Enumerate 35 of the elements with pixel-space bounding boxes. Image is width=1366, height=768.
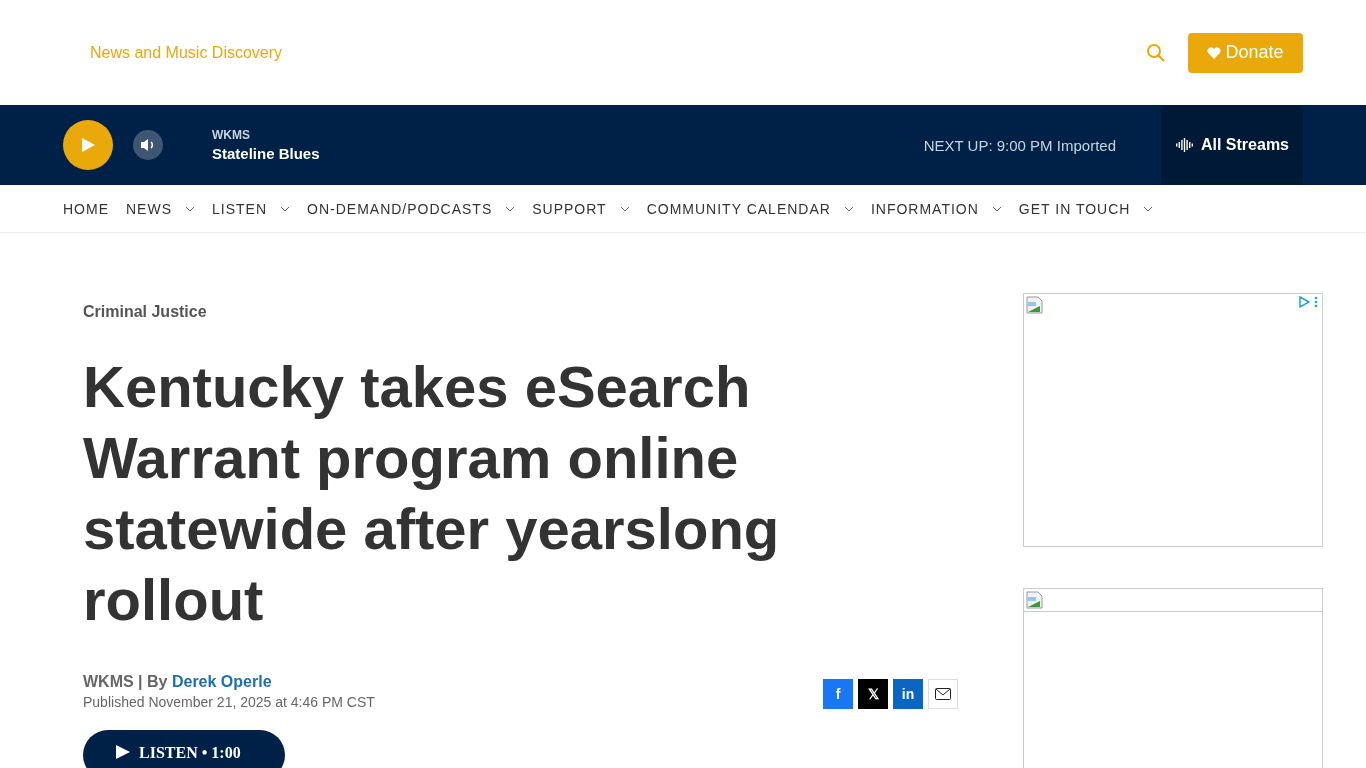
station-name: WKMS [212, 128, 251, 142]
adchoices-icon[interactable] [1298, 296, 1310, 308]
volume-button[interactable] [133, 130, 163, 160]
nav-link[interactable]: ON-DEMAND/PODCASTS [307, 200, 493, 217]
byline-source: WKMS | By [83, 673, 168, 690]
nav-link[interactable]: COMMUNITY CALENDAR [646, 200, 831, 217]
category-link[interactable]: Criminal Justice [83, 303, 1023, 321]
author-link[interactable]: Derek Operle [171, 673, 272, 690]
envelope-icon [935, 688, 951, 700]
nav-link[interactable]: INFORMATION [870, 200, 979, 217]
nav-link[interactable]: NEWS [126, 200, 172, 217]
article-headline: Kentucky takes eSearch Warrant program online statewide after yearslong rollout [83, 353, 781, 634]
nav-link[interactable]: SUPPORT [532, 200, 607, 217]
speaker-icon [140, 138, 156, 152]
linkedin-share-button[interactable]: in [893, 679, 923, 709]
heart-icon [1207, 46, 1222, 59]
site-tagline: News and Music Discovery [90, 43, 283, 62]
nav-link[interactable]: LISTEN [212, 200, 267, 217]
publish-date: Published November 21, 2025 at 4:46 PM CST [83, 694, 375, 710]
next-up-text: NEXT UP: 9:00 PM Imported [923, 136, 1116, 154]
x-share-button[interactable]: 𝕏 [858, 679, 888, 709]
nav-link[interactable]: GET IN TOUCH [1018, 200, 1131, 217]
play-icon [115, 744, 131, 760]
show-title: Stateline Blues [212, 145, 320, 162]
facebook-share-button[interactable]: f [823, 679, 853, 709]
waveform-icon [1174, 137, 1195, 153]
more-options-icon[interactable] [1314, 296, 1318, 308]
all-streams-button[interactable]: All Streams [1161, 105, 1303, 185]
nav-link[interactable]: HOME [63, 200, 109, 217]
broken-image-icon [1026, 591, 1044, 609]
listen-button[interactable]: LISTEN • 1:00 [83, 730, 285, 768]
broken-image-icon [1026, 296, 1044, 314]
play-icon [80, 137, 96, 153]
play-button[interactable] [63, 120, 113, 170]
email-share-button[interactable] [928, 679, 958, 709]
